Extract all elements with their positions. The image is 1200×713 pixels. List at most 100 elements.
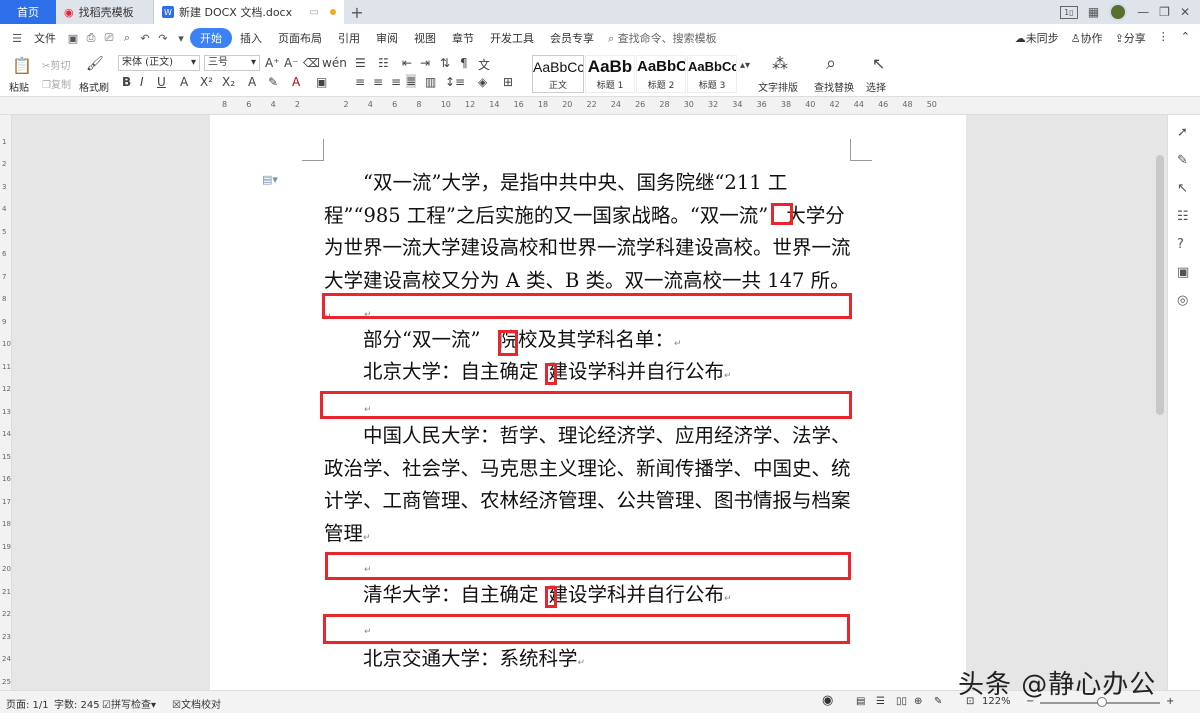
print-icon[interactable]: ⎚ [102,31,116,45]
page-view-icon[interactable]: ▤ [856,696,865,707]
menu-start[interactable]: 开始 [190,28,232,48]
grow-font-icon[interactable]: A⁺ [265,56,280,70]
style-normal[interactable]: AaBbCcDd 正文 [532,55,584,93]
font-name-select[interactable]: 宋体 (正文) ▾ [118,55,200,71]
menu-reference[interactable]: 引用 [330,30,368,46]
underline-icon[interactable]: U [157,75,166,89]
command-search[interactable]: ⌕ 查找命令、搜索模板 [608,30,717,46]
search-icon[interactable]: ⌕ [826,53,836,74]
menu-file[interactable]: 文件 [26,30,64,46]
style-heading-3[interactable]: AaBbCc 标题 3 [687,55,737,93]
align-center-icon[interactable]: ≡ [373,75,383,89]
outdent-icon[interactable]: ⇤ [402,56,412,70]
tab-home[interactable]: 首页 [0,0,56,24]
document-page[interactable]: “双一流”大学，是指中共中央、国务院继“211 工程”“985 工程”之后实施的… [210,115,966,690]
line-spacing-icon[interactable]: ↕≡ [445,75,465,89]
font-color-icon[interactable]: A [292,75,300,89]
restore-icon[interactable]: ❐ [1159,5,1170,19]
document-tag-icon[interactable]: ▤▾ [262,173,278,186]
minimize-icon[interactable]: — [1137,5,1149,19]
bullet-list-icon[interactable]: ☰ [355,56,366,70]
format-painter-button[interactable]: 格式刷 [79,79,109,94]
more-icon[interactable]: ⋮ [1158,30,1169,46]
chevron-down-icon[interactable]: ▾ [174,31,188,45]
menu-chapter[interactable]: 章节 [444,30,482,46]
menu-view[interactable]: 视图 [406,30,444,46]
align-justify-icon[interactable]: ≣ [406,74,417,88]
close-icon[interactable]: ✕ [1180,5,1190,19]
sort-icon[interactable]: ⇅ [440,56,450,70]
menu-review[interactable]: 审阅 [368,30,406,46]
bold-icon[interactable]: B [122,75,131,89]
hamburger-icon[interactable]: ☰ [10,31,24,45]
menu-insert[interactable]: 插入 [232,30,270,46]
superscript-icon[interactable]: X² [200,75,213,89]
zoom-in-icon[interactable]: + [1166,696,1174,707]
image-icon[interactable]: ▣ [1177,265,1189,280]
clear-format-icon[interactable]: ⌫ [303,56,320,70]
paste-icon[interactable]: 📋 [12,56,32,75]
shrink-font-icon[interactable]: A⁻ [284,56,299,70]
cut-button[interactable]: ✂剪切 [42,57,70,72]
borders-icon[interactable]: ⊞ [503,75,513,89]
font-size-select[interactable]: 三号 ▾ [204,55,260,71]
undo-icon[interactable]: ↶ [138,31,152,45]
sync-status[interactable]: ☁未同步 [1015,30,1059,46]
save-icon[interactable]: ▣ [66,31,80,45]
spell-check-button[interactable]: ☑拼写检查▾ [102,696,156,711]
new-tab-button[interactable]: + [344,0,370,24]
window-layout-icon[interactable]: 1▯ [1059,5,1078,19]
text-layout-icon[interactable]: ⁂ [772,54,788,73]
print-preview-icon[interactable]: ⌕ [120,31,134,45]
distribute-icon[interactable]: ▥ [425,75,436,89]
reading-view-icon[interactable]: ▯▯ [896,696,907,707]
menu-layout[interactable]: 页面布局 [270,30,330,46]
strikethrough-icon[interactable]: A [180,75,188,89]
number-list-icon[interactable]: ☷ [378,56,389,70]
cursor-icon[interactable]: ↖ [1177,181,1188,196]
select-button[interactable]: 选择 [866,79,886,94]
subscript-icon[interactable]: X₂ [222,75,235,89]
grid-icon[interactable]: ▦ [1088,5,1099,19]
word-count[interactable]: 字数: 245 [54,696,100,711]
web-view-icon[interactable]: ⊕ [914,696,922,707]
copy-button[interactable]: ❐复制 [42,76,71,91]
avatar[interactable] [1109,3,1128,21]
location-icon[interactable]: ◎ [1177,293,1188,308]
horizontal-ruler[interactable]: 8 6 4 2 2 4 6 8 10 12 14 16 18 20 22 24 26 28 30 32 34 36 38 40… [0,97,1200,115]
text-effect-icon[interactable]: A [248,75,256,89]
highlight-icon[interactable]: ✎ [268,75,278,89]
char-border-icon[interactable]: ▣ [316,75,327,89]
align-right-icon[interactable]: ≡ [391,75,401,89]
styles-expand-icon[interactable]: ▴▾ [740,60,750,71]
menu-member[interactable]: 会员专享 [542,30,602,46]
cursor-arrow-icon[interactable]: ↖ [872,54,885,73]
share-button[interactable]: ⇪分享 [1115,30,1146,46]
vertical-ruler[interactable]: 1 2 3 4 5 6 7 8 9 10 11 12 13 14 15 16 17 18 19 20 21 22 23 24 2… [0,115,12,690]
asian-layout-icon[interactable]: 文 [478,56,490,73]
shading-icon[interactable]: ◈ [478,75,487,89]
align-left-icon[interactable]: ≡ [355,75,365,89]
style-heading-1[interactable]: AaBb 标题 1 [585,55,635,93]
style-heading-2[interactable]: AaBbC 标题 2 [636,55,686,93]
show-marks-icon[interactable]: ¶ [460,56,468,70]
collab-button[interactable]: ♙协作 [1071,30,1103,46]
collapse-ribbon-icon[interactable]: ⌃ [1181,30,1190,46]
redo-icon[interactable]: ↷ [156,31,170,45]
tab-template[interactable]: ◉ 找稻壳模板 [56,0,154,24]
pinyin-icon[interactable]: wén [322,56,347,70]
rocket-icon[interactable]: ➚ [1177,125,1188,140]
tab-document[interactable]: W 新建 DOCX 文档.docx ▭ [154,0,344,24]
help-icon[interactable]: ? [1177,237,1184,252]
outline-view-icon[interactable]: ☰ [876,696,885,707]
paste-button[interactable]: 粘贴 [9,79,29,94]
format-painter-icon[interactable]: 🖌 [86,56,104,72]
sliders-icon[interactable]: ☷ [1177,209,1189,224]
indent-icon[interactable]: ⇥ [420,56,430,70]
find-replace-button[interactable]: 查找替换 [814,79,854,94]
export-pdf-icon[interactable]: ⎙ [84,31,98,45]
monitor-icon[interactable]: ▭ [310,7,319,18]
text-layout-button[interactable]: 文字排版 [758,79,798,94]
proofread-button[interactable]: ☒文档校对 [172,696,221,711]
pen-icon[interactable]: ✎ [1177,153,1188,168]
